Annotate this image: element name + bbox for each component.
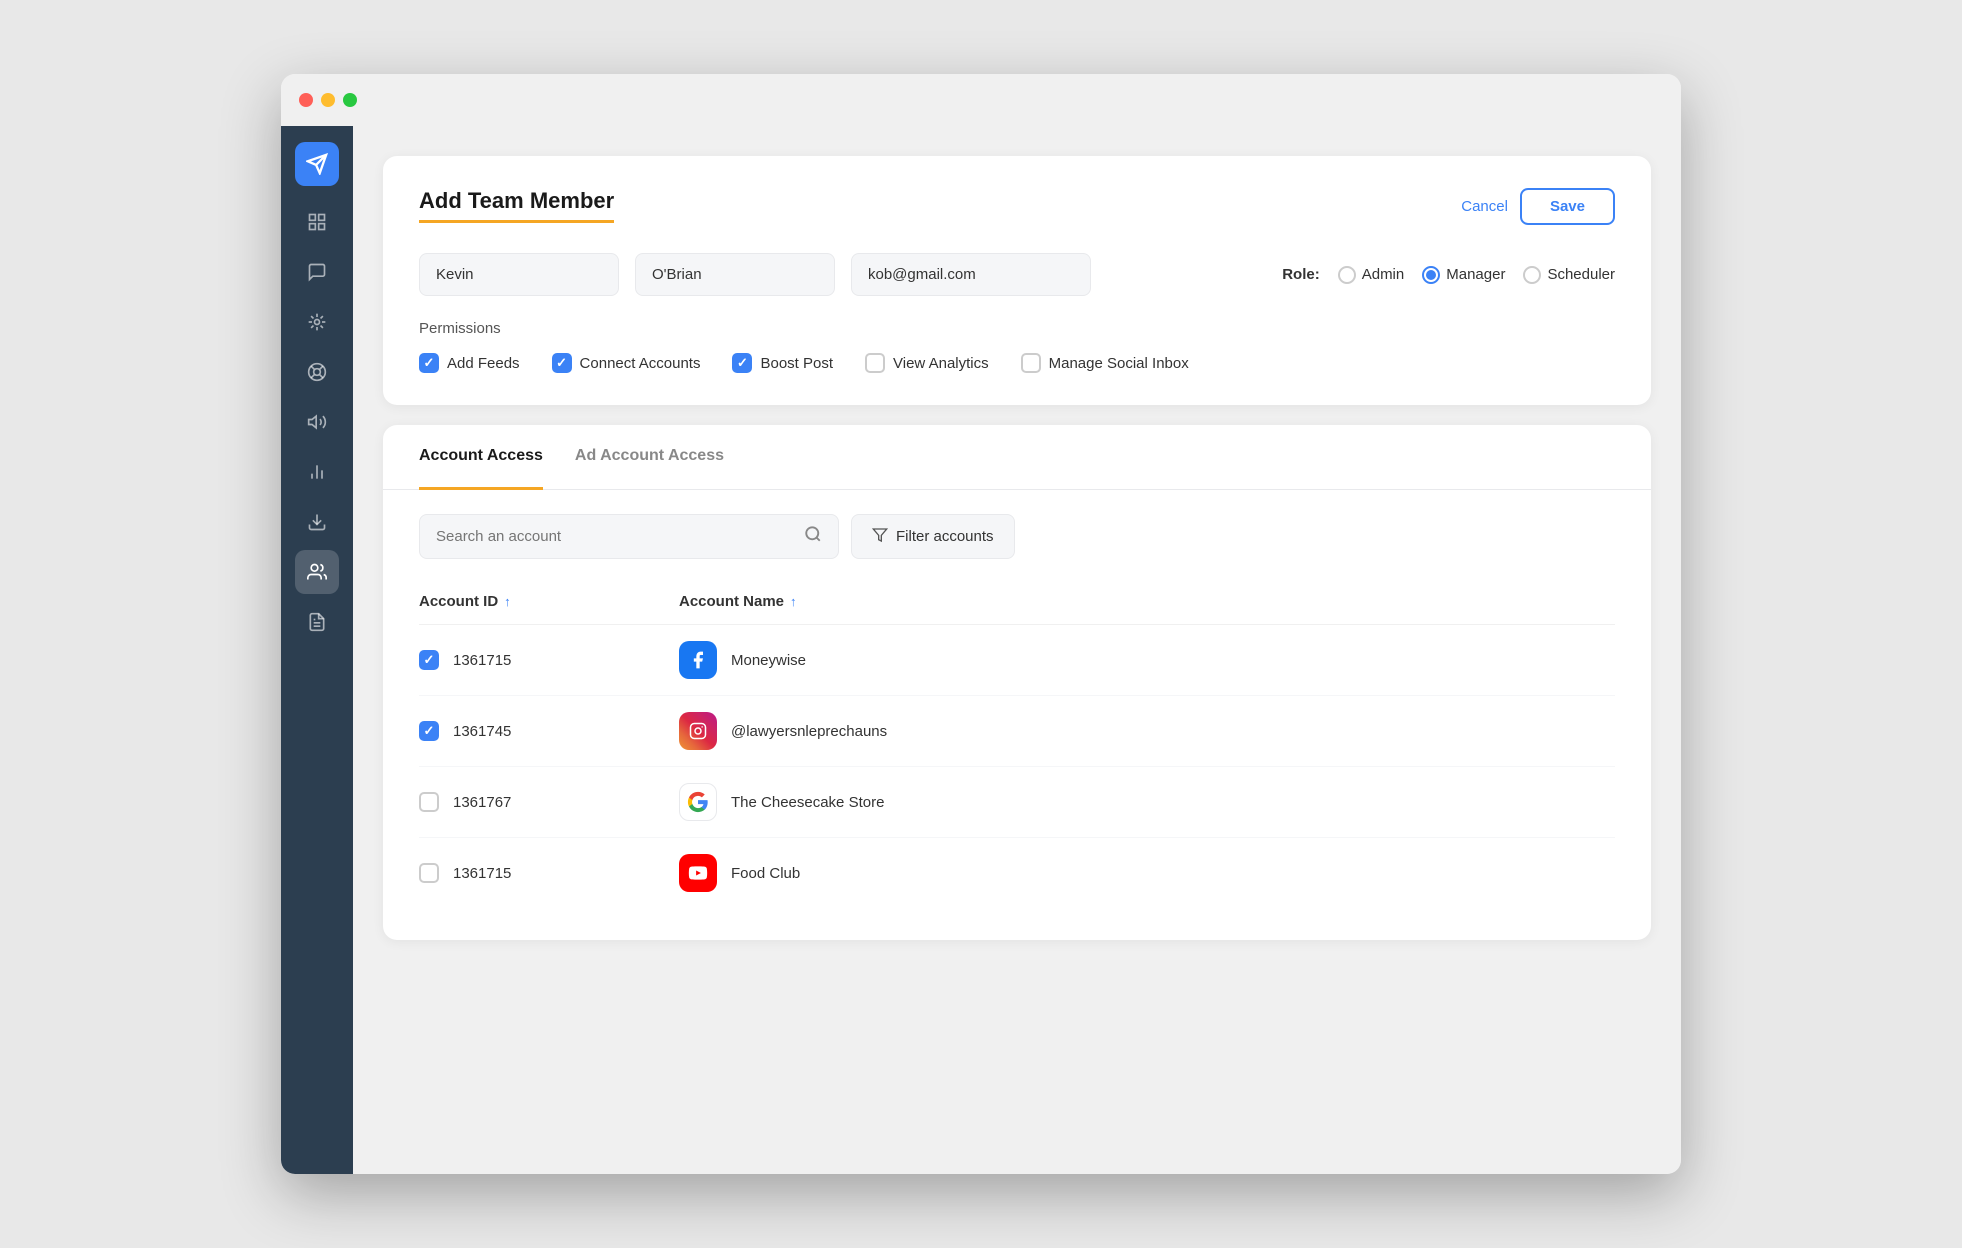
role-admin[interactable]: Admin (1338, 266, 1405, 284)
manager-radio[interactable] (1422, 266, 1440, 284)
role-section: Role: Admin Manager (1282, 266, 1615, 284)
filter-accounts-button[interactable]: Filter accounts (851, 514, 1015, 559)
search-box (419, 514, 839, 559)
add-team-member-card: Add Team Member Cancel Save Role: (383, 156, 1651, 405)
google-icon (679, 783, 717, 821)
row-name-1: Moneywise (679, 641, 1615, 679)
sidebar-item-hub[interactable] (295, 300, 339, 344)
email-field[interactable] (851, 253, 1091, 296)
card-title-wrapper: Add Team Member (419, 188, 614, 223)
table-header: Account ID ↑ Account Name ↑ (419, 583, 1615, 625)
permissions-row: Add Feeds Connect Accounts Boost Post (419, 353, 1615, 373)
last-name-field[interactable] (635, 253, 835, 296)
table-row: 1361715 Moneywise (419, 625, 1615, 696)
col-account-name: Account Name ↑ (679, 593, 1615, 610)
filter-label: Filter accounts (896, 528, 994, 545)
traffic-lights (299, 93, 357, 107)
boost-post-checkbox[interactable] (732, 353, 752, 373)
row-id-4: 1361715 (419, 863, 679, 883)
filter-icon (872, 527, 888, 547)
perm-view-analytics[interactable]: View Analytics (865, 353, 989, 373)
row-name-3: The Cheesecake Store (679, 783, 1615, 821)
account-checkbox-1[interactable] (419, 650, 439, 670)
tab-ad-account-access[interactable]: Ad Account Access (575, 425, 724, 490)
account-checkbox-3[interactable] (419, 792, 439, 812)
cancel-button[interactable]: Cancel (1461, 198, 1508, 215)
row-id-2: 1361745 (419, 721, 679, 741)
radio-group: Admin Manager Scheduler (1338, 266, 1615, 284)
perm-manage-inbox[interactable]: Manage Social Inbox (1021, 353, 1189, 373)
role-manager[interactable]: Manager (1422, 266, 1505, 284)
sidebar-item-downloads[interactable] (295, 500, 339, 544)
row-id-3: 1361767 (419, 792, 679, 812)
row-id-1: 1361715 (419, 650, 679, 670)
sidebar-item-support[interactable] (295, 350, 339, 394)
search-icon (804, 525, 822, 548)
scheduler-radio[interactable] (1523, 266, 1541, 284)
row-name-2: @lawyersnleprechauns (679, 712, 1615, 750)
form-row: Role: Admin Manager (419, 253, 1615, 296)
account-checkbox-2[interactable] (419, 721, 439, 741)
add-feeds-checkbox[interactable] (419, 353, 439, 373)
sidebar-item-inbox[interactable] (295, 250, 339, 294)
sidebar (281, 126, 353, 1174)
sidebar-item-analytics[interactable] (295, 450, 339, 494)
row-name-4: Food Club (679, 854, 1615, 892)
account-checkbox-4[interactable] (419, 863, 439, 883)
sidebar-item-dashboard[interactable] (295, 200, 339, 244)
perm-boost-post[interactable]: Boost Post (732, 353, 833, 373)
youtube-icon (679, 854, 717, 892)
card-title: Add Team Member (419, 188, 614, 223)
sort-id-icon: ↑ (504, 594, 511, 609)
sort-name-icon: ↑ (790, 594, 797, 609)
header-buttons: Cancel Save (1461, 188, 1615, 225)
permissions-section: Permissions Add Feeds Connect Accounts (419, 320, 1615, 373)
main-layout: Add Team Member Cancel Save Role: (281, 126, 1681, 1174)
main-window: Add Team Member Cancel Save Role: (281, 74, 1681, 1174)
sidebar-item-team[interactable] (295, 550, 339, 594)
perm-add-feeds[interactable]: Add Feeds (419, 353, 520, 373)
sidebar-item-campaigns[interactable] (295, 400, 339, 444)
search-input[interactable] (436, 528, 794, 545)
table-row: 1361767 The Cheeseca (419, 767, 1615, 838)
first-name-field[interactable] (419, 253, 619, 296)
view-analytics-checkbox[interactable] (865, 353, 885, 373)
connect-accounts-checkbox[interactable] (552, 353, 572, 373)
table-row: 1361745 @lawyersnleprechauns (419, 696, 1615, 767)
titlebar (281, 74, 1681, 126)
account-access-card: Account Access Ad Account Access (383, 425, 1651, 940)
sidebar-item-reports[interactable] (295, 600, 339, 644)
minimize-button[interactable] (321, 93, 335, 107)
card-header: Add Team Member Cancel Save (419, 188, 1615, 225)
manage-inbox-checkbox[interactable] (1021, 353, 1041, 373)
col-account-id: Account ID ↑ (419, 593, 679, 610)
instagram-icon (679, 712, 717, 750)
account-content: Filter accounts Account ID ↑ Account Nam… (383, 490, 1651, 940)
table-row: 1361715 Food Club (419, 838, 1615, 908)
role-scheduler[interactable]: Scheduler (1523, 266, 1615, 284)
search-filter-row: Filter accounts (419, 514, 1615, 559)
content-area: Add Team Member Cancel Save Role: (353, 126, 1681, 1174)
perm-connect-accounts[interactable]: Connect Accounts (552, 353, 701, 373)
tabs: Account Access Ad Account Access (383, 425, 1651, 490)
facebook-icon (679, 641, 717, 679)
maximize-button[interactable] (343, 93, 357, 107)
tab-account-access[interactable]: Account Access (419, 425, 543, 490)
sidebar-item-send[interactable] (295, 142, 339, 186)
permissions-label: Permissions (419, 320, 1615, 337)
role-label: Role: (1282, 266, 1320, 283)
save-button[interactable]: Save (1520, 188, 1615, 225)
admin-radio[interactable] (1338, 266, 1356, 284)
close-button[interactable] (299, 93, 313, 107)
